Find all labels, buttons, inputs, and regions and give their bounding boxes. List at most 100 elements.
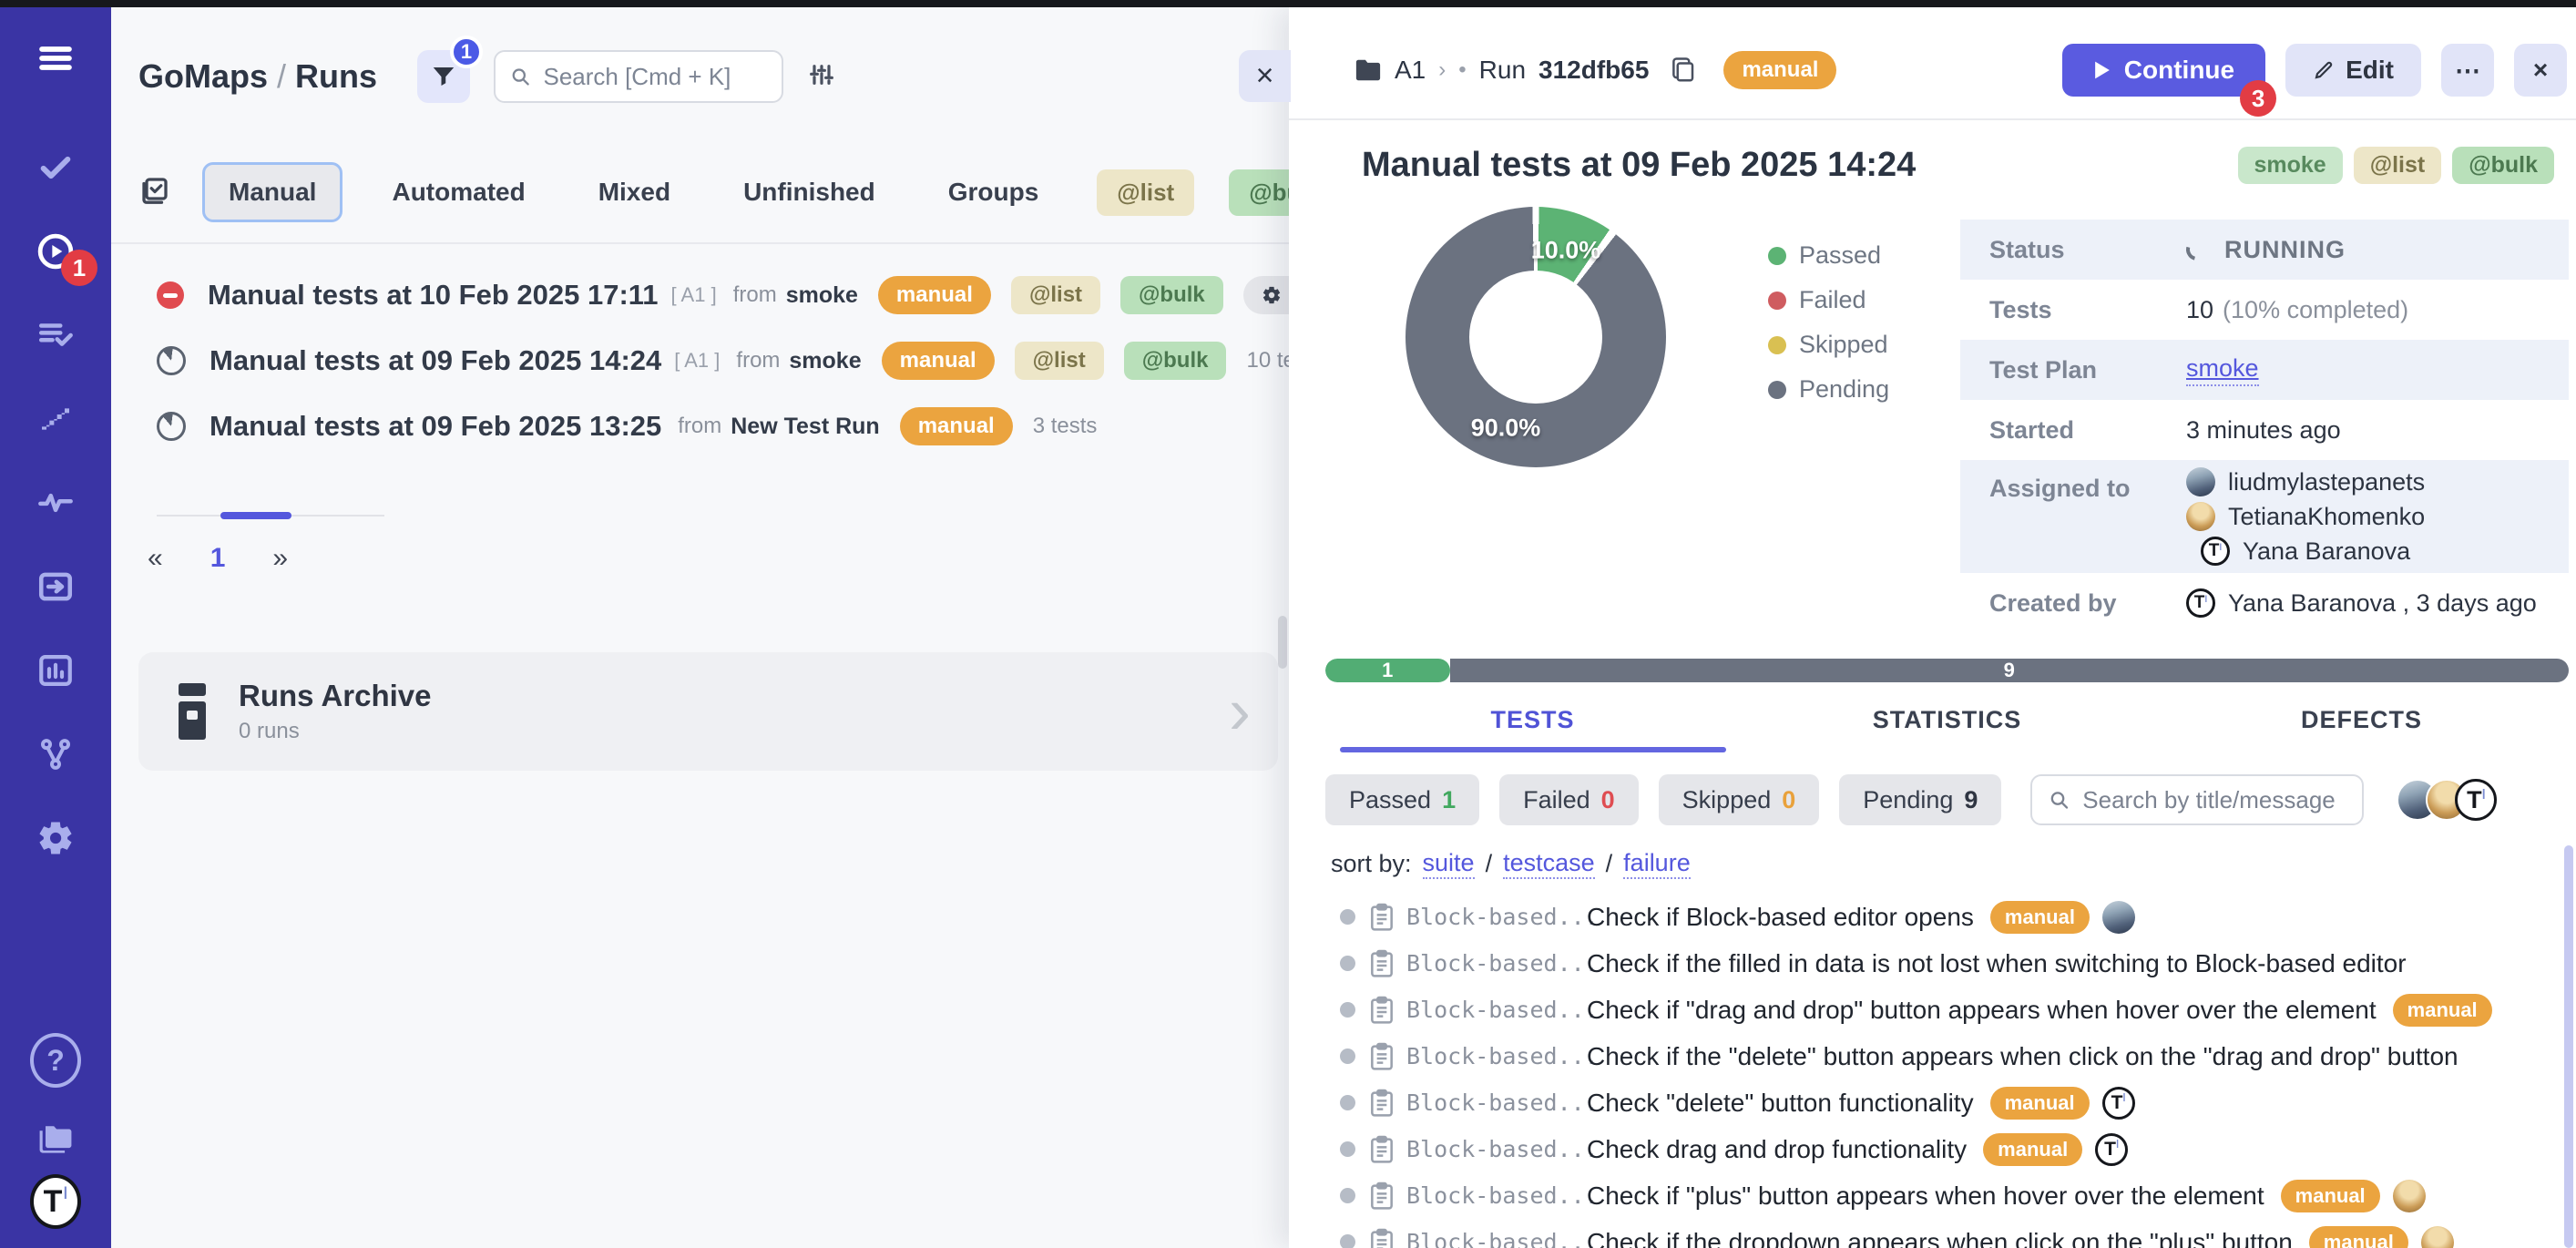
pagination-scroll-thumb[interactable] (220, 512, 291, 519)
started-value: 3 minutes ago (2186, 416, 2341, 445)
continue-button[interactable]: Continue 3 (2062, 44, 2265, 97)
test-suite: Block-based... (1406, 997, 1563, 1023)
drawer-close-button[interactable]: × (1239, 50, 1291, 102)
filter-passed-button[interactable]: Passed1 (1325, 774, 1479, 825)
sort-by-testcase[interactable]: testcase (1503, 849, 1595, 879)
tab-automated[interactable]: Automated (368, 165, 548, 220)
import-icon[interactable] (30, 561, 81, 612)
runs-search-input[interactable] (541, 62, 767, 92)
test-title: Check if "plus" button appears when hove… (1587, 1182, 2264, 1211)
test-row[interactable]: Block-based... Check if the filled in da… (1325, 940, 2576, 987)
clipboard-icon (1368, 1042, 1395, 1071)
breadcrumb-project[interactable]: GoMaps (138, 57, 268, 95)
test-suite: Block-based... (1406, 1229, 1563, 1248)
detail-row-created: Created by TǀYana Baranova , 3 days ago (1960, 573, 2569, 633)
failed-dot (1768, 292, 1786, 310)
runs-archive-card[interactable]: Runs Archive 0 runs › (138, 652, 1278, 771)
manual-tag: manual (2393, 994, 2492, 1027)
archive-count: 0 runs (239, 719, 432, 744)
select-runs-icon[interactable] (138, 174, 171, 211)
progress-passed-segment: 1 (1325, 659, 1450, 682)
tag-filter-list[interactable]: @list (1097, 169, 1194, 216)
chevron-right-icon: › (1229, 679, 1251, 744)
more-actions-button[interactable]: ⋯ (2441, 44, 2494, 97)
avatar[interactable]: Tǀ (2455, 779, 2497, 821)
run-row[interactable]: Manual tests at 09 Feb 2025 14:24 [ A1 ]… (111, 328, 1289, 394)
clipboard-icon (1368, 1135, 1395, 1164)
run-status-progress-icon (157, 412, 186, 441)
test-cases-check-icon[interactable] (30, 142, 81, 193)
filter-button[interactable]: 1 (417, 50, 470, 103)
filter-failed-button[interactable]: Failed0 (1499, 774, 1639, 825)
test-row[interactable]: Block-based... Check "delete" button fun… (1325, 1079, 2576, 1126)
tag-filter-bulk[interactable]: @bulk (1229, 169, 1289, 216)
runs-search[interactable] (494, 50, 783, 103)
breadcrumb-suite[interactable]: A1 (1395, 56, 1426, 85)
test-row[interactable]: Block-based... Check if the "delete" but… (1325, 1033, 2576, 1079)
run-row[interactable]: Manual tests at 10 Feb 2025 17:11 [ A1 ]… (111, 262, 1289, 328)
test-title: Check if the filled in data is not lost … (1587, 949, 2407, 978)
test-suite: Block-based... (1406, 1043, 1563, 1069)
smoke-tag: smoke (2238, 147, 2343, 184)
run-suite-ref: [ A1 ] (674, 349, 720, 373)
filter-count-badge: 1 (450, 36, 483, 68)
help-icon[interactable]: ? (30, 1035, 81, 1086)
sort-by-failure[interactable]: failure (1623, 849, 1691, 879)
settings-gear-icon[interactable] (30, 813, 81, 864)
test-runs-play-icon[interactable]: 1 (30, 226, 81, 277)
test-row[interactable]: Block-based... Check if the dropdown app… (1325, 1219, 2576, 1248)
tab-mixed[interactable]: Mixed (575, 165, 694, 220)
review-list-icon[interactable] (30, 310, 81, 361)
filter-pending-button[interactable]: Pending9 (1839, 774, 2001, 825)
skipped-dot (1768, 336, 1786, 354)
test-row[interactable]: Block-based... Check if "plus" button ap… (1325, 1172, 2576, 1219)
tab-unfinished[interactable]: Unfinished (720, 165, 899, 220)
pagination-next[interactable]: » (272, 543, 288, 574)
avatar (2393, 1180, 2426, 1212)
tab-groups[interactable]: Groups (925, 165, 1063, 220)
edit-button[interactable]: Edit (2285, 44, 2421, 97)
assignee-avatar-filter[interactable]: Tǀ (2397, 779, 2497, 821)
runs-panel-scrollbar[interactable] (1278, 616, 1287, 669)
milestones-steps-icon[interactable] (30, 394, 81, 445)
run-source: New Test Run (731, 414, 879, 440)
tests-note: (10% completed) (2223, 296, 2408, 324)
bulk-tag: @bulk (1120, 276, 1223, 314)
menu-icon[interactable] (30, 33, 81, 84)
passed-dot (1768, 247, 1786, 265)
projects-folders-icon[interactable] (30, 1113, 81, 1164)
run-from-label: from (733, 282, 777, 308)
tests-search[interactable] (2030, 774, 2364, 825)
clipboard-icon (1368, 1228, 1395, 1248)
breadcrumb-page[interactable]: Runs (295, 57, 377, 95)
tab-manual[interactable]: Manual (202, 162, 342, 222)
detail-panel-scrollbar[interactable] (2564, 845, 2573, 1248)
test-row[interactable]: Block-based... Check drag and drop funct… (1325, 1126, 2576, 1172)
sort-by-suite[interactable]: suite (1423, 849, 1475, 879)
run-row[interactable]: Manual tests at 09 Feb 2025 13:25 from N… (111, 394, 1289, 459)
test-plan-link[interactable]: smoke (2186, 354, 2259, 386)
filter-skipped-button[interactable]: Skipped0 (1659, 774, 1820, 825)
test-row[interactable]: Block-based... Check if "drag and drop" … (1325, 987, 2576, 1033)
run-tags: smoke @list @bulk (2238, 147, 2555, 184)
avatar (2186, 502, 2215, 531)
pagination-current-page[interactable]: 1 (210, 543, 226, 574)
pagination-prev[interactable]: « (148, 543, 163, 574)
manual-tag: manual (1723, 51, 1836, 89)
tab-defects[interactable]: DEFECTS (2154, 706, 2569, 752)
search-settings-icon[interactable] (807, 60, 836, 94)
profile-avatar[interactable]: Tǀ (30, 1188, 81, 1239)
run-title: Manual tests at 09 Feb 2025 14:24 (210, 344, 661, 377)
integrations-branch-icon[interactable] (30, 729, 81, 780)
copy-icon[interactable] (1671, 56, 1696, 84)
pagination-scrollbar[interactable] (157, 512, 384, 519)
close-button[interactable]: × (2514, 44, 2567, 97)
reports-bar-chart-icon[interactable] (30, 645, 81, 696)
tab-tests[interactable]: TESTS (1325, 706, 1740, 752)
legend-item-skipped: Skipped (1768, 331, 1889, 359)
tests-search-input[interactable] (2080, 785, 2346, 815)
monitoring-pulse-icon[interactable] (30, 477, 81, 528)
tests-count: 10 (2186, 296, 2213, 324)
tab-statistics[interactable]: STATISTICS (1740, 706, 2154, 752)
test-row[interactable]: Block-based... Check if Block-based edit… (1325, 894, 2576, 940)
